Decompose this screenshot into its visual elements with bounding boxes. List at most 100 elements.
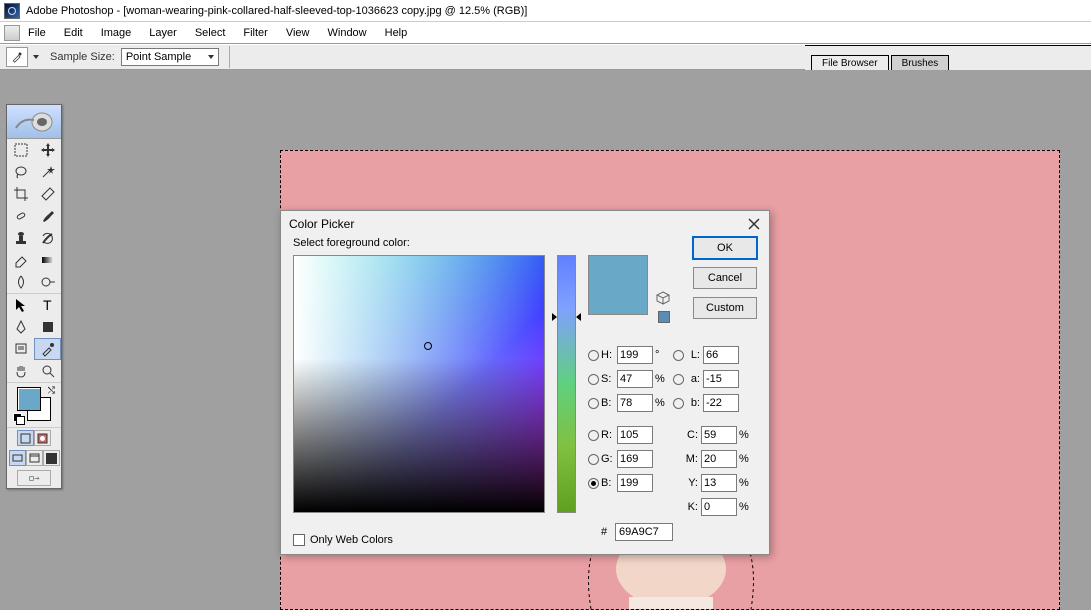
radio-h[interactable]: [588, 350, 599, 361]
only-web-colors-checkbox[interactable]: [293, 534, 305, 546]
window-title: Adobe Photoshop - [woman-wearing-pink-co…: [26, 5, 527, 17]
close-icon[interactable]: [747, 217, 761, 231]
menu-filter[interactable]: Filter: [243, 27, 267, 39]
sample-size-select[interactable]: Point Sample: [121, 48, 219, 66]
swap-colors-icon[interactable]: ⤭: [48, 385, 55, 396]
menu-bar: File Edit Image Layer Select Filter View…: [0, 22, 1091, 44]
input-g[interactable]: [617, 450, 653, 468]
screen-fullmenu-icon[interactable]: [26, 450, 43, 466]
input-h[interactable]: [617, 346, 653, 364]
label-l: L:: [686, 349, 700, 361]
workspace: T ⤭: [0, 70, 1091, 541]
history-brush-tool-icon[interactable]: [34, 227, 61, 249]
dodge-tool-icon[interactable]: [34, 271, 61, 293]
radio-b[interactable]: [588, 398, 599, 409]
marquee-tool-icon[interactable]: [7, 139, 34, 161]
healing-tool-icon[interactable]: [7, 205, 34, 227]
shape-tool-icon[interactable]: [34, 316, 61, 338]
unit-pct-c: %: [739, 429, 751, 441]
saturation-value-field[interactable]: [293, 255, 545, 513]
separator: [229, 46, 230, 68]
wand-tool-icon[interactable]: [34, 161, 61, 183]
hand-tool-icon[interactable]: [7, 360, 34, 382]
slice-tool-icon[interactable]: [34, 183, 61, 205]
input-bb[interactable]: [617, 474, 653, 492]
path-select-tool-icon[interactable]: [7, 294, 34, 316]
menu-file[interactable]: File: [28, 27, 46, 39]
input-a[interactable]: [703, 370, 739, 388]
radio-a[interactable]: [673, 374, 684, 385]
color-picker-dialog: Color Picker Select foreground color: OK…: [280, 210, 770, 555]
menu-window[interactable]: Window: [328, 27, 367, 39]
svg-text:T: T: [43, 297, 52, 313]
stamp-tool-icon[interactable]: [7, 227, 34, 249]
tool-preset-dropdown[interactable]: [32, 48, 40, 66]
label-c: C:: [684, 429, 698, 441]
toolbox: T ⤭: [6, 104, 62, 489]
radio-bb[interactable]: [588, 478, 599, 489]
ok-button[interactable]: OK: [693, 237, 757, 259]
input-c[interactable]: [701, 426, 737, 444]
input-b[interactable]: [617, 394, 653, 412]
input-hex[interactable]: [615, 523, 673, 541]
label-s: S:: [601, 373, 617, 385]
label-m: M:: [684, 453, 698, 465]
screen-full-icon[interactable]: [43, 450, 60, 466]
pen-tool-icon[interactable]: [7, 316, 34, 338]
only-web-colors-label: Only Web Colors: [310, 534, 393, 546]
gamut-warning-icon[interactable]: [656, 291, 670, 305]
websafe-swatch[interactable]: [658, 311, 670, 323]
input-l[interactable]: [703, 346, 739, 364]
label-h: H:: [601, 349, 617, 361]
toolbox-header-icon: [7, 105, 61, 139]
crop-tool-icon[interactable]: [7, 183, 34, 205]
move-tool-icon[interactable]: [34, 139, 61, 161]
menu-help[interactable]: Help: [385, 27, 408, 39]
input-y[interactable]: [701, 474, 737, 492]
menu-layer[interactable]: Layer: [149, 27, 177, 39]
brush-tool-icon[interactable]: [34, 205, 61, 227]
hue-slider[interactable]: [557, 255, 577, 513]
radio-s[interactable]: [588, 374, 599, 385]
lasso-tool-icon[interactable]: [7, 161, 34, 183]
palette-well: File Browser Brushes: [805, 45, 1091, 71]
custom-button[interactable]: Custom: [693, 297, 757, 319]
unit-pct-k: %: [739, 501, 751, 513]
standard-mode-icon[interactable]: [17, 430, 34, 446]
radio-g[interactable]: [588, 454, 599, 465]
input-s[interactable]: [617, 370, 653, 388]
label-bb: B:: [601, 477, 617, 489]
type-tool-icon[interactable]: T: [34, 294, 61, 316]
current-tool-eyedropper-icon[interactable]: [6, 47, 28, 67]
quickmask-mode-icon[interactable]: [34, 430, 51, 446]
label-y: Y:: [684, 477, 698, 489]
input-m[interactable]: [701, 450, 737, 468]
unit-pct-m: %: [739, 453, 751, 465]
jump-to-imageready-icon[interactable]: [17, 470, 51, 486]
sample-size-value: Point Sample: [126, 51, 191, 63]
default-colors-icon[interactable]: [13, 413, 25, 425]
gradient-tool-icon[interactable]: [34, 249, 61, 271]
input-lb[interactable]: [703, 394, 739, 412]
options-bar: Sample Size: Point Sample File Browser B…: [0, 44, 1091, 70]
screen-standard-icon[interactable]: [9, 450, 26, 466]
input-r[interactable]: [617, 426, 653, 444]
blur-tool-icon[interactable]: [7, 271, 34, 293]
cancel-button[interactable]: Cancel: [693, 267, 757, 289]
unit-pct-s: %: [655, 373, 667, 385]
radio-r[interactable]: [588, 430, 599, 441]
sample-size-label: Sample Size:: [50, 51, 115, 63]
eraser-tool-icon[interactable]: [7, 249, 34, 271]
radio-lb[interactable]: [673, 398, 684, 409]
input-k[interactable]: [701, 498, 737, 516]
menu-edit[interactable]: Edit: [64, 27, 83, 39]
menu-select[interactable]: Select: [195, 27, 226, 39]
notes-tool-icon[interactable]: [7, 338, 34, 360]
menu-view[interactable]: View: [286, 27, 310, 39]
radio-l[interactable]: [673, 350, 684, 361]
menu-image[interactable]: Image: [101, 27, 132, 39]
zoom-tool-icon[interactable]: [34, 360, 61, 382]
document-icon: [4, 25, 20, 41]
foreground-swatch[interactable]: [17, 387, 41, 411]
eyedropper-tool-icon[interactable]: [34, 338, 61, 360]
